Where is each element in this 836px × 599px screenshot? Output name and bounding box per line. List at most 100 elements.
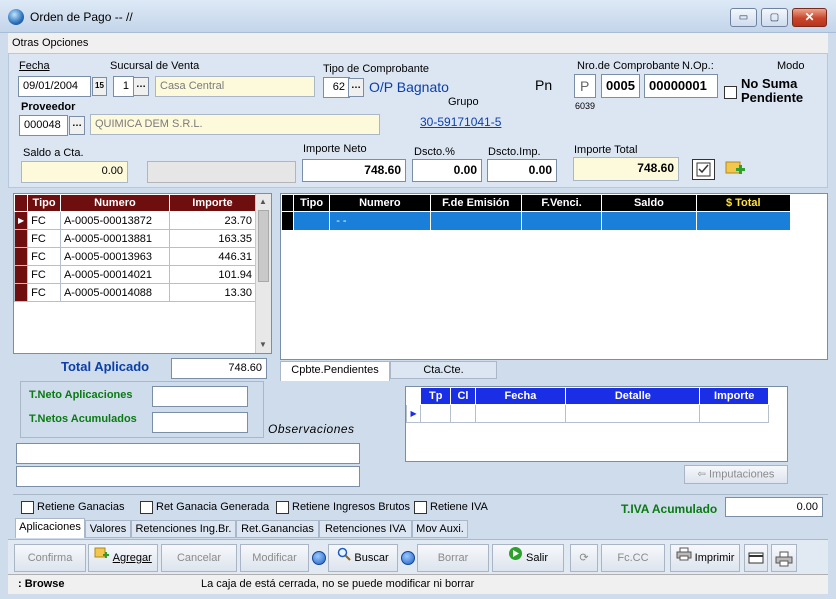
cell-tipo[interactable]: FC	[27, 265, 61, 284]
tab-ret-ganancias[interactable]: Ret.Ganancias	[236, 520, 319, 538]
table-row[interactable]: ▶	[405, 404, 769, 423]
observaciones-input-1[interactable]	[16, 443, 360, 464]
table-row[interactable]: FC A-0005-00013881 163.35	[13, 229, 257, 248]
nro-pv-input[interactable]: 0005	[601, 74, 640, 98]
confirma-button[interactable]: Confirma	[14, 544, 86, 572]
cuit-link[interactable]: 30-59171041-5	[420, 115, 501, 129]
tab-retenciones-ingbr[interactable]: Retenciones Ing.Br.	[131, 520, 236, 538]
cell-numero[interactable]: A-0005-00014021	[59, 265, 170, 284]
tipo-lookup-button[interactable]: …	[348, 78, 364, 97]
col-header-importe[interactable]: Importe	[699, 387, 769, 405]
cell-tipo[interactable]: FC	[27, 229, 61, 248]
tipo-code-input[interactable]: 62	[323, 77, 350, 98]
col-header-cl[interactable]: Cl	[450, 387, 476, 405]
tab-valores[interactable]: Valores	[85, 520, 131, 538]
retiene-ingresos-brutos-checkbox[interactable]	[276, 501, 289, 514]
minimize-button[interactable]: ▭	[730, 8, 757, 27]
table-row[interactable]: FC A-0005-00014088 13.30	[13, 283, 257, 302]
col-header-saldo[interactable]: Saldo	[601, 194, 697, 212]
proveedor-lookup-button[interactable]: …	[69, 116, 85, 135]
tab-cta-cte[interactable]: Cta.Cte.	[390, 361, 497, 379]
retiene-ganancias-checkbox[interactable]	[21, 501, 34, 514]
menu-otras-opciones[interactable]: Otras Opciones	[12, 37, 88, 49]
cell-importe[interactable]: 13.30	[168, 283, 257, 302]
col-header-total[interactable]: $ Total	[695, 194, 792, 212]
col-header-numero[interactable]: Numero	[59, 194, 170, 212]
fccc-button[interactable]: Fc.CC	[601, 544, 665, 572]
modificar-button[interactable]: Modificar	[240, 544, 309, 572]
borrar-button[interactable]: Borrar	[417, 544, 489, 572]
table-row[interactable]: FC A-0005-00013963 446.31	[13, 247, 257, 266]
tab-mov-auxi[interactable]: Mov Auxi.	[412, 520, 468, 538]
cell-detalle[interactable]	[565, 404, 701, 423]
cell-tipo[interactable]	[293, 211, 331, 231]
tab-cpbte-pendientes[interactable]: Cpbte.Pendientes	[280, 361, 390, 381]
col-header-numero[interactable]: Numero	[329, 194, 431, 212]
cell-numero[interactable]: A-0005-00013881	[59, 229, 170, 248]
imputaciones-button[interactable]: ⇦ Imputaciones	[684, 465, 788, 484]
cell-tipo[interactable]: FC	[27, 247, 61, 266]
col-header-tipo[interactable]: Tipo	[27, 194, 61, 212]
scroll-down-icon[interactable]: ▼	[259, 340, 267, 349]
cell-cl[interactable]	[450, 404, 476, 423]
col-header-detalle[interactable]: Detalle	[565, 387, 701, 405]
ret-ganancia-generada-checkbox[interactable]	[140, 501, 153, 514]
col-header-tp[interactable]: Tp	[420, 387, 452, 405]
cell-importe[interactable]: 101.94	[168, 265, 257, 284]
fecha-input[interactable]: 09/01/2004	[18, 76, 91, 97]
cell-importe[interactable]: 163.35	[168, 229, 257, 248]
nro-num-input[interactable]: 00000001	[644, 74, 718, 98]
sucursal-code-input[interactable]: 1	[113, 76, 134, 97]
close-button[interactable]: ✕	[792, 8, 827, 27]
table-row[interactable]: - -	[280, 211, 792, 231]
cell-saldo[interactable]	[601, 211, 697, 231]
next-record-icon[interactable]	[401, 551, 415, 565]
cell-importe[interactable]: 23.70	[168, 211, 257, 230]
prev-record-icon[interactable]	[312, 551, 326, 565]
add-folder-icon[interactable]	[724, 157, 746, 179]
dscto-pct-field[interactable]: 0.00	[412, 159, 482, 182]
cell-venci[interactable]	[520, 211, 603, 231]
print-preview-icon[interactable]	[771, 544, 797, 572]
cell-tp[interactable]	[420, 404, 452, 423]
col-header-importe[interactable]: Importe	[168, 194, 257, 212]
no-suma-checkbox[interactable]	[724, 86, 737, 99]
importe-neto-field[interactable]: 748.60	[302, 159, 406, 182]
cell-total[interactable]	[695, 211, 792, 231]
col-header-venci[interactable]: F.Venci.	[520, 194, 603, 212]
sucursal-lookup-button[interactable]: …	[133, 77, 149, 96]
cell-tipo[interactable]: FC	[27, 283, 61, 302]
proveedor-code-input[interactable]: 000048	[19, 115, 68, 136]
retiene-iva-checkbox[interactable]	[414, 501, 427, 514]
maximize-button[interactable]: ▢	[761, 8, 788, 27]
observaciones-input-2[interactable]	[16, 466, 360, 487]
agregar-button[interactable]: Agregar	[88, 544, 158, 572]
row-selector[interactable]	[13, 229, 29, 248]
dscto-imp-field[interactable]: 0.00	[487, 159, 557, 182]
calendar-icon[interactable]: 15	[92, 77, 107, 96]
buscar-button[interactable]: Buscar	[328, 544, 398, 572]
cell-numero[interactable]: A-0005-00014088	[59, 283, 170, 302]
tab-retenciones-iva[interactable]: Retenciones IVA	[319, 520, 412, 538]
scroll-up-icon[interactable]: ▲	[259, 197, 267, 206]
tab-aplicaciones[interactable]: Aplicaciones	[15, 518, 85, 538]
col-header-tipo[interactable]: Tipo	[293, 194, 331, 212]
cell-numero[interactable]: A-0005-00013963	[59, 247, 170, 266]
col-header-fecha[interactable]: Fecha	[474, 387, 567, 405]
cell-tipo[interactable]: FC	[27, 211, 61, 230]
scroll-thumb[interactable]	[258, 210, 269, 282]
left-grid-scrollbar[interactable]: ▲ ▼	[255, 194, 271, 353]
cell-numero[interactable]: - -	[329, 211, 431, 231]
refresh-icon[interactable]: ⟳	[570, 544, 598, 572]
card-icon[interactable]	[744, 544, 768, 572]
cell-numero[interactable]: A-0005-00013872	[59, 211, 170, 230]
table-row[interactable]: ▶ FC A-0005-00013872 23.70	[13, 211, 257, 230]
cell-importe[interactable]	[699, 404, 769, 423]
cell-importe[interactable]: 446.31	[168, 247, 257, 266]
row-selector[interactable]	[13, 283, 29, 302]
table-row[interactable]: FC A-0005-00014021 101.94	[13, 265, 257, 284]
cell-fecha[interactable]	[474, 404, 567, 423]
salir-button[interactable]: Salir	[492, 544, 564, 572]
cancelar-button[interactable]: Cancelar	[161, 544, 237, 572]
cell-emision[interactable]	[429, 211, 522, 231]
